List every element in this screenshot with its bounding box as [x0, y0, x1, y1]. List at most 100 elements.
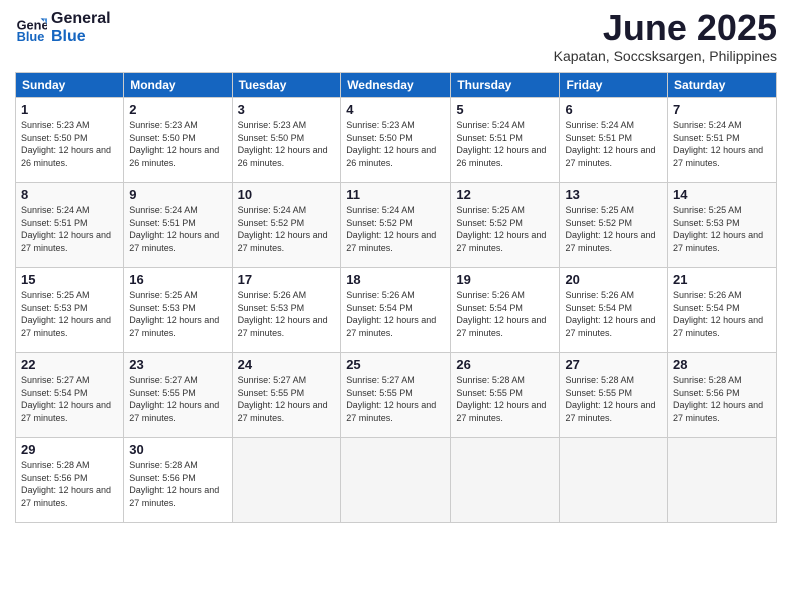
day-number: 19 [456, 272, 554, 287]
calendar-row: 22Sunrise: 5:27 AMSunset: 5:54 PMDayligh… [16, 353, 777, 438]
calendar-cell: 29Sunrise: 5:28 AMSunset: 5:56 PMDayligh… [16, 438, 124, 523]
day-info: Sunrise: 5:24 AMSunset: 5:52 PMDaylight:… [346, 204, 445, 254]
day-info: Sunrise: 5:27 AMSunset: 5:54 PMDaylight:… [21, 374, 118, 424]
calendar-cell: 16 Sunrise: 5:25 AMSunset: 5:53 PMDayligh… [124, 268, 232, 353]
calendar-cell: 19 Sunrise: 5:26 AMSunset: 5:54 PMDayligh… [451, 268, 560, 353]
calendar-cell [341, 438, 451, 523]
calendar-row: 8 Sunrise: 5:24 AMSunset: 5:51 PMDaylight… [16, 183, 777, 268]
day-number: 16 [129, 272, 226, 287]
calendar-row: 29Sunrise: 5:28 AMSunset: 5:56 PMDayligh… [16, 438, 777, 523]
day-number: 3 [238, 102, 336, 117]
day-info: Sunrise: 5:25 AMSunset: 5:53 PMDaylight:… [673, 204, 771, 254]
day-info: Sunrise: 5:27 AMSunset: 5:55 PMDaylight:… [238, 374, 336, 424]
day-info: Sunrise: 5:24 AMSunset: 5:51 PMDaylight:… [456, 119, 554, 169]
day-info: Sunrise: 5:24 AMSunset: 5:51 PMDaylight:… [565, 119, 662, 169]
day-number: 30 [129, 442, 226, 457]
col-friday: Friday [560, 73, 668, 98]
location-subtitle: Kapatan, Soccsksargen, Philippines [554, 48, 777, 64]
day-info: Sunrise: 5:26 AMSunset: 5:54 PMDaylight:… [673, 289, 771, 339]
day-number: 26 [456, 357, 554, 372]
calendar-cell [560, 438, 668, 523]
calendar-row: 15 Sunrise: 5:25 AMSunset: 5:53 PMDayligh… [16, 268, 777, 353]
calendar-cell: 15 Sunrise: 5:25 AMSunset: 5:53 PMDayligh… [16, 268, 124, 353]
day-number: 17 [238, 272, 336, 287]
calendar-cell: 6 Sunrise: 5:24 AMSunset: 5:51 PMDaylight… [560, 98, 668, 183]
day-info: Sunrise: 5:28 AMSunset: 5:56 PMDaylight:… [129, 459, 226, 509]
day-info: Sunrise: 5:24 AMSunset: 5:52 PMDaylight:… [238, 204, 336, 254]
calendar-cell: 14 Sunrise: 5:25 AMSunset: 5:53 PMDayligh… [668, 183, 777, 268]
day-number: 1 [21, 102, 118, 117]
calendar-cell: 21 Sunrise: 5:26 AMSunset: 5:54 PMDayligh… [668, 268, 777, 353]
calendar-cell: 22Sunrise: 5:27 AMSunset: 5:54 PMDayligh… [16, 353, 124, 438]
calendar-cell: 4 Sunrise: 5:23 AMSunset: 5:50 PMDaylight… [341, 98, 451, 183]
day-number: 27 [565, 357, 662, 372]
title-area: June 2025 Kapatan, Soccsksargen, Philipp… [554, 10, 777, 64]
calendar-cell: 24 Sunrise: 5:27 AMSunset: 5:55 PMDayligh… [232, 353, 341, 438]
logo-icon: General Blue [15, 12, 47, 44]
day-number: 6 [565, 102, 662, 117]
day-number: 23 [129, 357, 226, 372]
day-info: Sunrise: 5:23 AMSunset: 5:50 PMDaylight:… [346, 119, 445, 169]
day-number: 24 [238, 357, 336, 372]
logo-text-line2: Blue [51, 28, 111, 46]
day-number: 8 [21, 187, 118, 202]
col-tuesday: Tuesday [232, 73, 341, 98]
calendar-cell [451, 438, 560, 523]
logo-text-line1: General [51, 10, 111, 28]
calendar-cell: 18 Sunrise: 5:26 AMSunset: 5:54 PMDayligh… [341, 268, 451, 353]
calendar-cell: 12 Sunrise: 5:25 AMSunset: 5:52 PMDayligh… [451, 183, 560, 268]
col-wednesday: Wednesday [341, 73, 451, 98]
day-info: Sunrise: 5:25 AMSunset: 5:53 PMDaylight:… [129, 289, 226, 339]
calendar-cell: 5Sunrise: 5:24 AMSunset: 5:51 PMDaylight… [451, 98, 560, 183]
calendar-table: Sunday Monday Tuesday Wednesday Thursday… [15, 72, 777, 523]
day-info: Sunrise: 5:25 AMSunset: 5:53 PMDaylight:… [21, 289, 118, 339]
day-info: Sunrise: 5:27 AMSunset: 5:55 PMDaylight:… [346, 374, 445, 424]
calendar-cell: 3Sunrise: 5:23 AMSunset: 5:50 PMDaylight… [232, 98, 341, 183]
calendar-cell: 17Sunrise: 5:26 AMSunset: 5:53 PMDayligh… [232, 268, 341, 353]
day-info: Sunrise: 5:23 AMSunset: 5:50 PMDaylight:… [21, 119, 118, 169]
calendar-cell: 27 Sunrise: 5:28 AMSunset: 5:55 PMDayligh… [560, 353, 668, 438]
calendar-cell [232, 438, 341, 523]
day-number: 12 [456, 187, 554, 202]
calendar-cell: 7 Sunrise: 5:24 AMSunset: 5:51 PMDaylight… [668, 98, 777, 183]
calendar-header-row: Sunday Monday Tuesday Wednesday Thursday… [16, 73, 777, 98]
calendar-cell: 20Sunrise: 5:26 AMSunset: 5:54 PMDayligh… [560, 268, 668, 353]
day-number: 4 [346, 102, 445, 117]
calendar-container: General Blue General Blue June 2025 Kapa… [0, 0, 792, 533]
day-info: Sunrise: 5:28 AMSunset: 5:55 PMDaylight:… [565, 374, 662, 424]
day-number: 15 [21, 272, 118, 287]
day-number: 18 [346, 272, 445, 287]
day-number: 11 [346, 187, 445, 202]
calendar-cell: 10Sunrise: 5:24 AMSunset: 5:52 PMDayligh… [232, 183, 341, 268]
day-info: Sunrise: 5:24 AMSunset: 5:51 PMDaylight:… [129, 204, 226, 254]
day-info: Sunrise: 5:26 AMSunset: 5:54 PMDaylight:… [565, 289, 662, 339]
calendar-cell: 8 Sunrise: 5:24 AMSunset: 5:51 PMDaylight… [16, 183, 124, 268]
day-info: Sunrise: 5:28 AMSunset: 5:55 PMDaylight:… [456, 374, 554, 424]
day-number: 25 [346, 357, 445, 372]
col-monday: Monday [124, 73, 232, 98]
calendar-cell: 26 Sunrise: 5:28 AMSunset: 5:55 PMDayligh… [451, 353, 560, 438]
calendar-cell: 13Sunrise: 5:25 AMSunset: 5:52 PMDayligh… [560, 183, 668, 268]
col-thursday: Thursday [451, 73, 560, 98]
day-info: Sunrise: 5:27 AMSunset: 5:55 PMDaylight:… [129, 374, 226, 424]
calendar-cell: 25 Sunrise: 5:27 AMSunset: 5:55 PMDayligh… [341, 353, 451, 438]
day-number: 14 [673, 187, 771, 202]
day-info: Sunrise: 5:24 AMSunset: 5:51 PMDaylight:… [673, 119, 771, 169]
day-number: 21 [673, 272, 771, 287]
day-info: Sunrise: 5:26 AMSunset: 5:54 PMDaylight:… [456, 289, 554, 339]
month-title: June 2025 [554, 10, 777, 46]
day-info: Sunrise: 5:25 AMSunset: 5:52 PMDaylight:… [456, 204, 554, 254]
day-number: 28 [673, 357, 771, 372]
col-saturday: Saturday [668, 73, 777, 98]
day-info: Sunrise: 5:24 AMSunset: 5:51 PMDaylight:… [21, 204, 118, 254]
day-info: Sunrise: 5:26 AMSunset: 5:54 PMDaylight:… [346, 289, 445, 339]
day-number: 9 [129, 187, 226, 202]
day-info: Sunrise: 5:28 AMSunset: 5:56 PMDaylight:… [673, 374, 771, 424]
calendar-row: 1 Sunrise: 5:23 AMSunset: 5:50 PMDaylight… [16, 98, 777, 183]
header: General Blue General Blue June 2025 Kapa… [15, 10, 777, 64]
day-info: Sunrise: 5:25 AMSunset: 5:52 PMDaylight:… [565, 204, 662, 254]
day-number: 7 [673, 102, 771, 117]
svg-text:Blue: Blue [17, 28, 45, 43]
calendar-cell: 1 Sunrise: 5:23 AMSunset: 5:50 PMDaylight… [16, 98, 124, 183]
calendar-cell: 23 Sunrise: 5:27 AMSunset: 5:55 PMDayligh… [124, 353, 232, 438]
